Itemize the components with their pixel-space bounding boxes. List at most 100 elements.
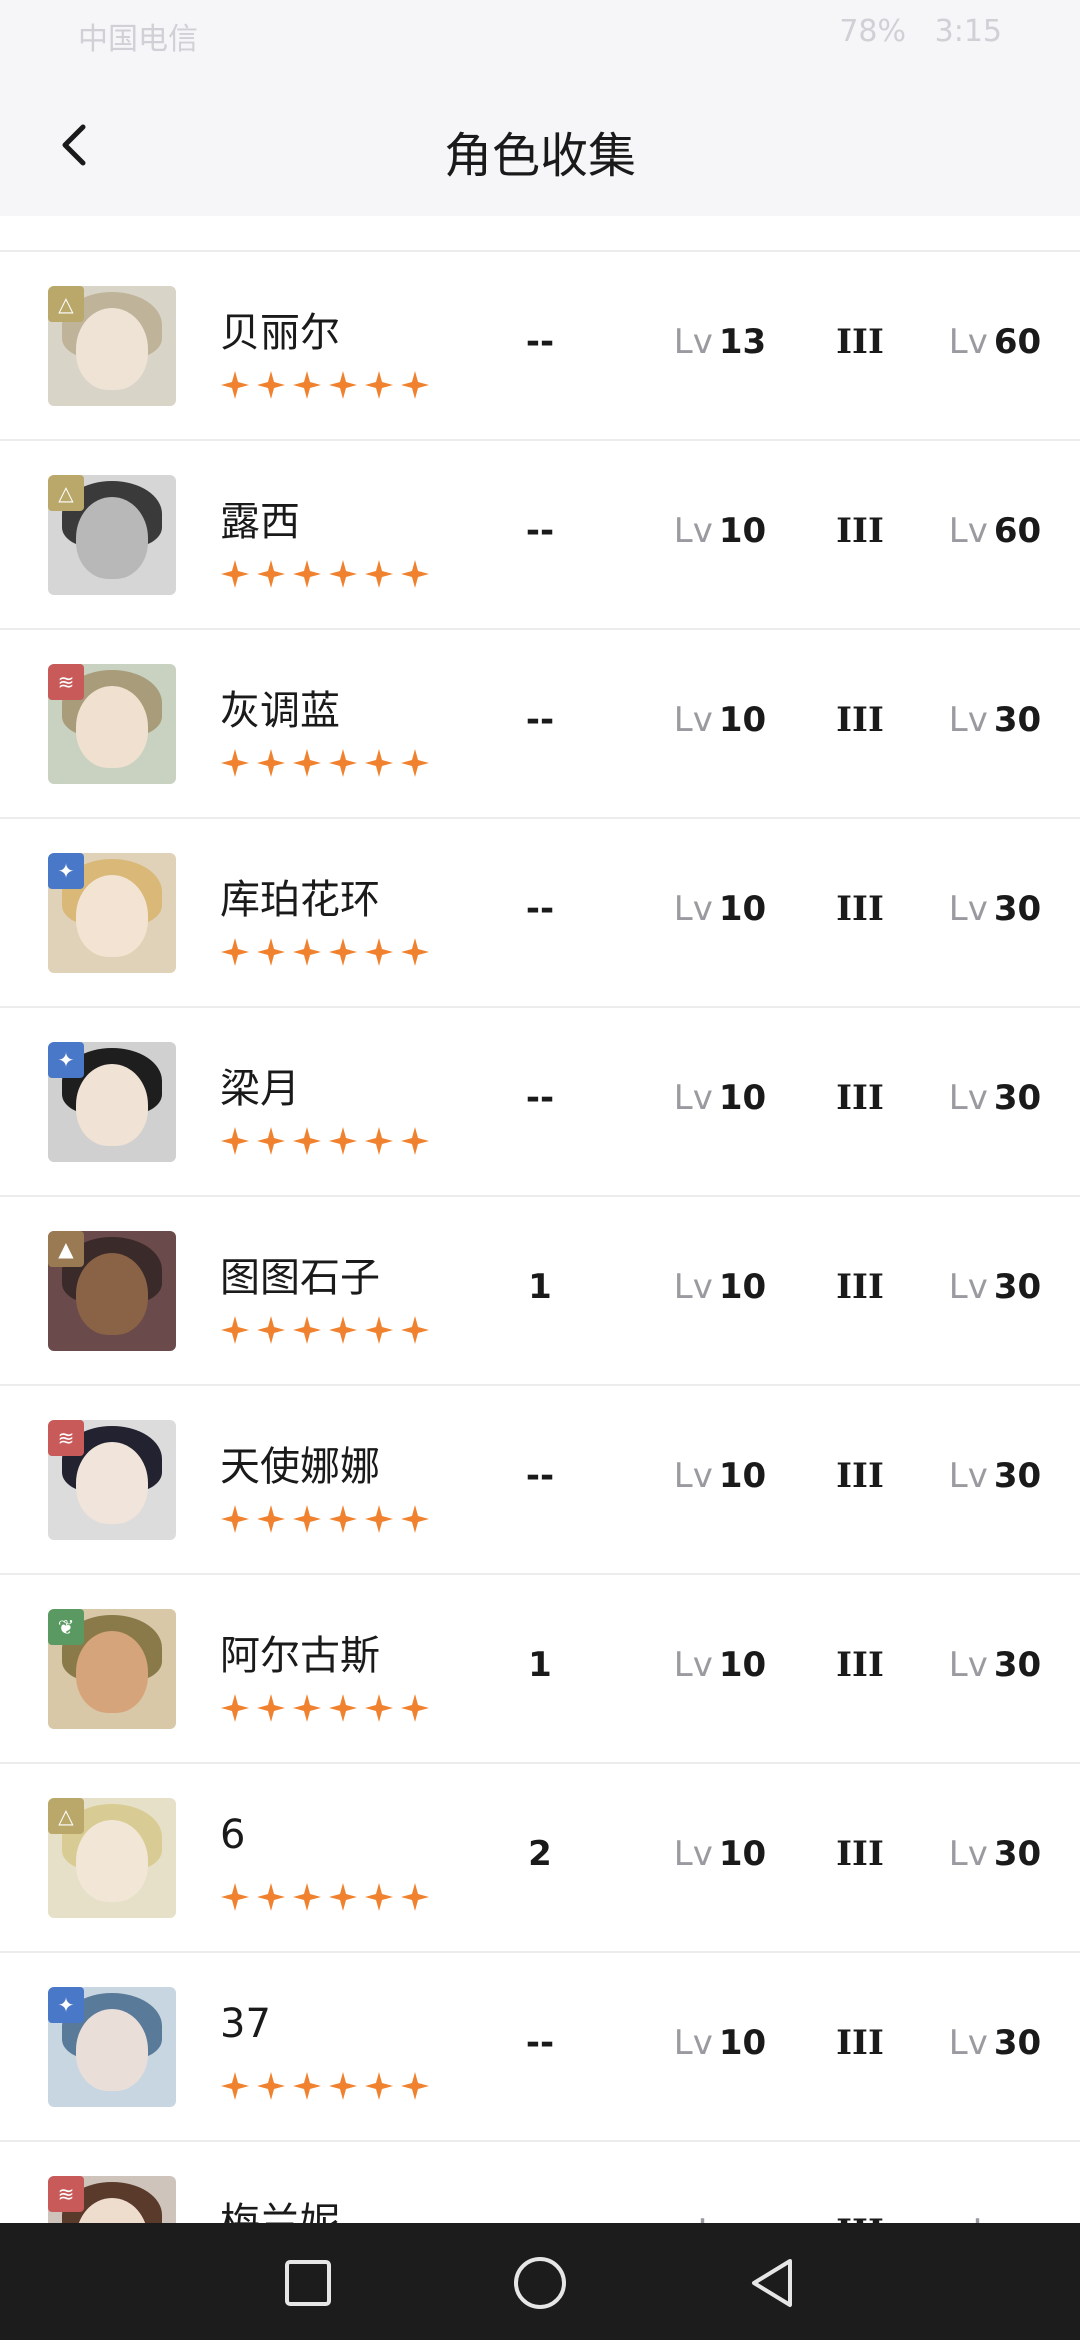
character-count: --: [525, 2023, 555, 2063]
character-row[interactable]: ≋ 灰调蓝 -- Lv 10 III Lv 30: [0, 630, 1080, 819]
star-icon: [329, 1505, 357, 1533]
star-icon: [401, 1505, 429, 1533]
star-icon: [221, 1694, 249, 1722]
star-rating: [220, 559, 430, 589]
star-rating: [220, 1882, 430, 1912]
character-row[interactable]: △ 贝丽尔 -- Lv 13 III Lv 60: [0, 252, 1080, 441]
star-icon: [401, 1883, 429, 1911]
star-icon: [257, 1127, 285, 1155]
character-list[interactable]: △ 贝丽尔 -- Lv 13 III Lv 60 △ 露西 -- Lv 10 III Lv 60 ≋ 灰调蓝 -- L…: [0, 216, 1080, 2223]
star-icon: [329, 2072, 357, 2100]
character-name: 阿尔古斯: [220, 1633, 380, 1679]
character-name: 库珀花环: [220, 877, 380, 923]
level-prefix: Lv: [673, 1456, 713, 1496]
character-count: --: [525, 1456, 555, 1496]
triangle-element-icon: △: [48, 1798, 84, 1834]
star-rating: [220, 1126, 430, 1156]
star-icon: [257, 560, 285, 588]
character-level: Lv 10: [640, 1834, 800, 1874]
star-icon: [365, 560, 393, 588]
level-value: 10: [718, 1645, 767, 1685]
level-prefix: Lv: [697, 2212, 736, 2223]
max-level-prefix: Lv: [948, 1645, 988, 1685]
star-icon: [221, 560, 249, 588]
character-row[interactable]: ≋ 天使娜娜 -- Lv 10 III Lv 30: [0, 1386, 1080, 1575]
level-value: 10: [718, 700, 767, 740]
max-level-value: 30: [993, 1834, 1042, 1874]
star-icon: [221, 938, 249, 966]
star-icon: [293, 1505, 321, 1533]
star-icon: [257, 1694, 285, 1722]
star-icon: [293, 1127, 321, 1155]
character-name: 露西: [220, 499, 300, 545]
character-row[interactable]: ▲ 图图石子 1 Lv 10 III Lv 30: [0, 1197, 1080, 1386]
star-icon: [365, 1505, 393, 1533]
star-icon: [365, 1694, 393, 1722]
max-level-value: 60: [993, 511, 1042, 551]
level-prefix: Lv: [673, 1834, 713, 1874]
character-row[interactable]: ✦ 库珀花环 -- Lv 10 III Lv 30: [0, 819, 1080, 1008]
star-rating: [220, 937, 430, 967]
home-button[interactable]: [508, 2251, 572, 2315]
star-icon: [293, 938, 321, 966]
system-nav-bar: [0, 2223, 1080, 2340]
nav-back-button[interactable]: [740, 2251, 804, 2315]
star-icon: [257, 2072, 285, 2100]
character-row[interactable]: △ 6 2 Lv 10 III Lv 30: [0, 1764, 1080, 1953]
star-icon: [293, 1883, 321, 1911]
character-avatar: △: [48, 286, 176, 406]
star-icon: [293, 371, 321, 399]
max-level-prefix: Lv: [948, 322, 988, 362]
star-icon: [293, 749, 321, 777]
star-icon: [401, 1127, 429, 1155]
character-row[interactable]: ✦ 37 -- Lv 10 III Lv 30: [0, 1953, 1080, 2142]
star-icon: [221, 1505, 249, 1533]
max-level-prefix: Lv: [972, 2212, 1011, 2223]
character-avatar: ≋: [48, 1420, 176, 1540]
star-icon: [329, 560, 357, 588]
character-avatar: △: [48, 475, 176, 595]
max-level-prefix: Lv: [948, 700, 988, 740]
character-name: 37: [220, 2001, 271, 2047]
star-element-icon: ✦: [48, 853, 84, 889]
character-row[interactable]: ✦ 梁月 -- Lv 10 III Lv 30: [0, 1008, 1080, 1197]
character-row[interactable]: ❦ 阿尔古斯 1 Lv 10 III Lv 30: [0, 1575, 1080, 1764]
level-value: 10: [718, 2023, 767, 2063]
star-rating: [220, 1504, 430, 1534]
character-count: 2: [528, 1834, 552, 1874]
star-icon: [221, 2072, 249, 2100]
max-level-prefix: Lv: [948, 511, 988, 551]
character-max-level: Lv 30: [920, 889, 1070, 929]
character-name: 贝丽尔: [220, 310, 340, 356]
star-icon: [293, 2072, 321, 2100]
character-name: 灰调蓝: [220, 688, 340, 734]
star-icon: [365, 1883, 393, 1911]
character-tier: III: [836, 889, 884, 929]
star-icon: [221, 1883, 249, 1911]
level-value: 10: [718, 1456, 767, 1496]
character-count: --: [525, 322, 555, 362]
character-max-level: Lv 30: [920, 700, 1070, 740]
character-row[interactable]: △ 露西 -- Lv 10 III Lv 60: [0, 441, 1080, 630]
star-icon: [329, 1127, 357, 1155]
character-level: Lv 10: [640, 1078, 800, 1118]
clock: 3:15: [934, 14, 1002, 49]
recent-apps-button[interactable]: [276, 2251, 340, 2315]
character-count: 1: [528, 1267, 552, 1307]
character-tier: III: [836, 322, 884, 362]
star-icon: [257, 749, 285, 777]
character-tier: III: [836, 700, 884, 740]
star-icon: [329, 1694, 357, 1722]
character-count: --: [525, 889, 555, 929]
character-avatar: ✦: [48, 1042, 176, 1162]
star-icon: [401, 560, 429, 588]
character-row[interactable]: ≋ 梅兰妮 -- Lv III Lv: [0, 2142, 1080, 2223]
character-level: Lv 10: [640, 1645, 800, 1685]
star-rating: [220, 2071, 430, 2101]
character-avatar: ≋: [48, 664, 176, 784]
header: 角色收集: [0, 72, 1080, 216]
character-tier: III: [836, 511, 884, 551]
star-icon: [329, 1316, 357, 1344]
star-rating: [220, 1315, 430, 1345]
status-right: 78% 3:15: [839, 14, 1002, 49]
